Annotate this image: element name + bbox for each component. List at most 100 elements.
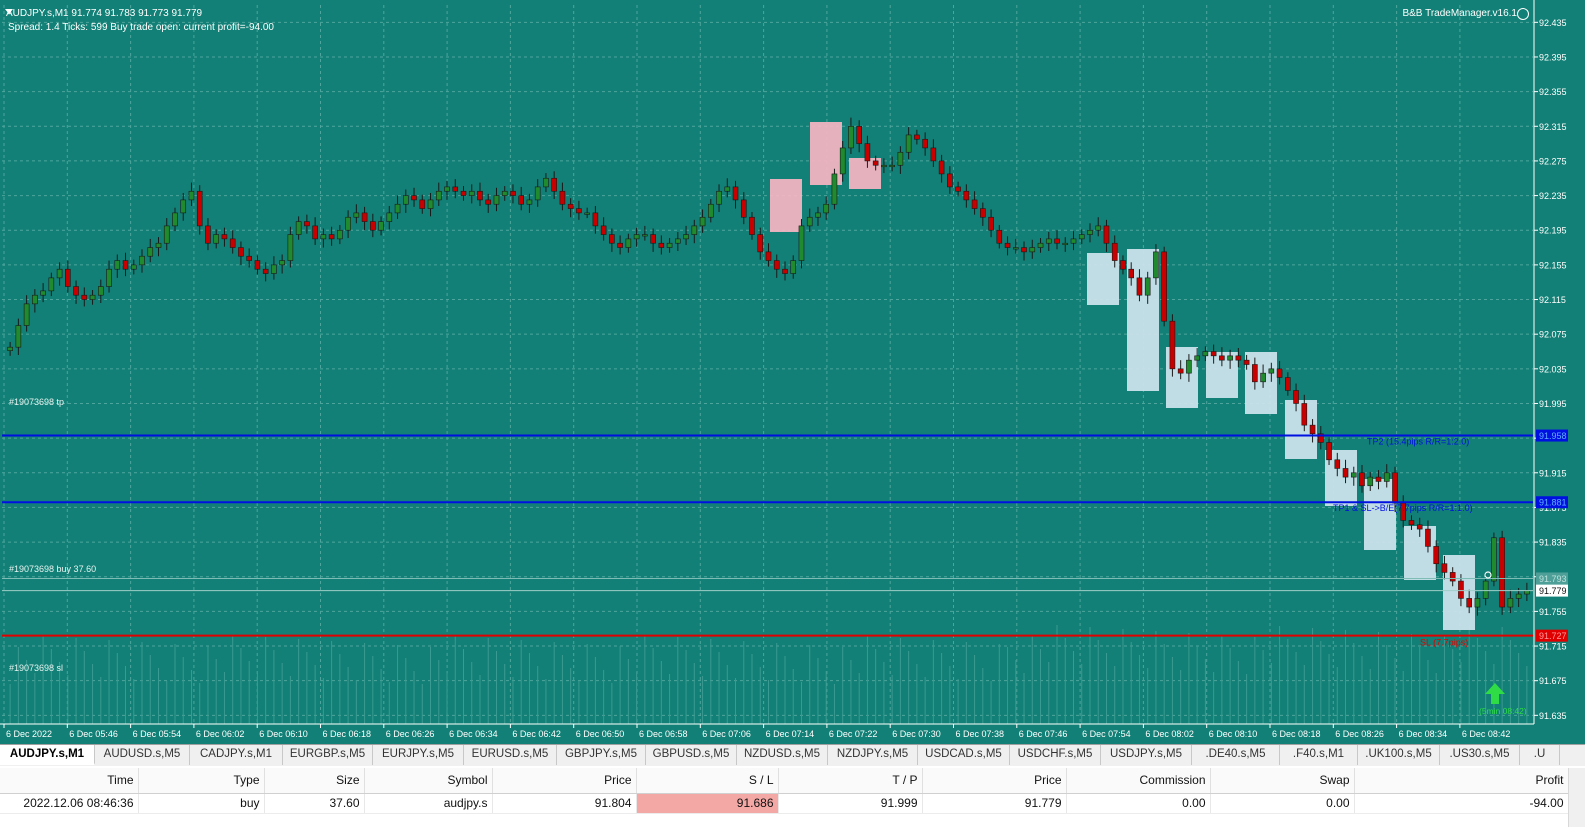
candle-body: [1326, 442, 1332, 461]
chart-tab[interactable]: AUDJPY.s,M1: [0, 745, 95, 765]
chart-tab[interactable]: USDCAD.s,M5: [918, 745, 1010, 765]
candle-body: [15, 325, 22, 348]
chart-tab[interactable]: EURJPY.s,M5: [373, 745, 464, 765]
column-header[interactable]: Size: [264, 768, 365, 794]
candle-body: [914, 134, 920, 140]
chart-tab[interactable]: .UK100.s,M5: [1358, 745, 1440, 765]
candle-body: [172, 212, 178, 227]
chart-tab[interactable]: NZDJPY.s,M5: [828, 745, 918, 765]
candle-body: [1524, 590, 1530, 595]
chart-tab[interactable]: .US30.s,M5: [1440, 745, 1520, 765]
candle-body: [1416, 524, 1423, 530]
candle-body: [337, 229, 343, 240]
candle-body: [271, 264, 277, 274]
column-header[interactable]: Profit: [1354, 768, 1569, 794]
chart-area[interactable]: TP2 (15.4pips R/R=1:2.0) TP1 & SL->B/E(7.…: [0, 0, 1585, 744]
column-header[interactable]: Symbol: [364, 768, 493, 794]
candle-body: [1350, 472, 1357, 478]
candle-body: [501, 190, 508, 196]
price-level-label: SL (7.7pips): [1420, 638, 1468, 648]
symbol-tabs: AUDJPY.s,M1 AUDUSD.s,M5 CADJPY.s,M1 EURGBP.…: [0, 744, 1585, 766]
table-cell: 0.00: [1210, 793, 1355, 814]
candle-body: [1037, 242, 1044, 248]
candle-body: [1111, 242, 1118, 261]
column-header[interactable]: S / L: [636, 768, 779, 794]
column-header[interactable]: Time: [0, 768, 139, 794]
candle-body: [81, 294, 88, 300]
candle-body: [683, 234, 689, 240]
candle-body: [477, 190, 483, 201]
candle-body: [1268, 368, 1275, 374]
candle-body: [1441, 563, 1448, 573]
symbol-quote-line: AUDJPY.s,M1 91.774 91.783 91.773 91.779: [6, 8, 203, 19]
table-cell: 91.779: [922, 793, 1067, 814]
candle-body: [930, 147, 937, 162]
column-header[interactable]: Price: [492, 768, 637, 794]
chart-tab[interactable]: USDCHF.s,M5: [1010, 745, 1101, 765]
candle-body: [1186, 359, 1192, 374]
chart-tab[interactable]: .DE40.s,M5: [1192, 745, 1280, 765]
candle-body: [658, 242, 665, 248]
price-tick-label: 92.315: [1539, 122, 1567, 132]
column-header[interactable]: Swap: [1210, 768, 1355, 794]
candle-body: [551, 177, 557, 192]
price-tick-label: 91.675: [1539, 676, 1567, 686]
candle-body: [1078, 234, 1085, 240]
candle-body: [691, 225, 698, 235]
chart-tab[interactable]: EURUSD.s,M5: [464, 745, 557, 765]
candle-body: [1070, 238, 1077, 244]
candle-body: [922, 138, 928, 149]
price-chart[interactable]: TP2 (15.4pips R/R=1:2.0) TP1 & SL->B/E(7.…: [0, 0, 1585, 744]
price-tick-label: 92.155: [1539, 260, 1567, 270]
trade-table: Time Type Size Symbol Price S / LT / P Price Co…: [0, 768, 1585, 827]
price-tick-label: 92.275: [1539, 156, 1567, 166]
chart-tab[interactable]: GBPUSD.s,M5: [646, 745, 737, 765]
time-tick-label: 6 Dec 08:34: [1399, 729, 1448, 739]
time-tick-label: 6 Dec 05:54: [133, 729, 182, 739]
column-header[interactable]: Price: [922, 768, 1067, 794]
price-level-label: TP1 & SL->B/E(7.7pips R/R=1:1.0): [1333, 503, 1473, 513]
candle-body: [1507, 598, 1514, 608]
chart-tab[interactable]: .F40.s,M1: [1280, 745, 1358, 765]
chart-tab[interactable]: .U: [1520, 745, 1560, 765]
time-tick-label: 6 Dec 05:46: [69, 729, 118, 739]
candle-body: [823, 203, 830, 214]
candle-body: [609, 234, 615, 244]
price-tick-label: 92.115: [1539, 295, 1566, 305]
candle-body: [765, 251, 772, 261]
candle-body: [56, 268, 63, 279]
candle-body: [493, 195, 500, 205]
candle-body: [576, 208, 582, 214]
candle-body: [790, 260, 797, 274]
chart-tab[interactable]: GBPJPY.s,M5: [557, 745, 646, 765]
table-body: 2022.12.06 08:46:36 buy 37.60 audjpy.s 91.80…: [0, 793, 1569, 814]
candle-body: [1433, 546, 1440, 565]
candle-body: [1095, 225, 1102, 231]
chart-tab[interactable]: NZDUSD.s,M5: [737, 745, 828, 765]
candle-body: [312, 225, 318, 240]
column-header[interactable]: Type: [138, 768, 265, 794]
table-row[interactable]: 2022.12.06 08:46:36 buy 37.60 audjpy.s 91.80…: [0, 793, 1569, 814]
column-header[interactable]: T / P: [778, 768, 923, 794]
candle-body: [1029, 247, 1036, 253]
chart-tab[interactable]: USDJPY.s,M5: [1101, 745, 1192, 765]
chart-tab[interactable]: AUDUSD.s,M5: [95, 745, 190, 765]
candle-body: [1128, 268, 1135, 279]
candle-body: [205, 225, 211, 244]
table-scrollbar[interactable]: [1568, 768, 1585, 827]
order-buy-label: #19073698 buy 37.60: [9, 564, 97, 574]
table-cell: -94.00: [1354, 793, 1569, 814]
candle-body: [1153, 251, 1159, 279]
candle-body: [262, 268, 269, 274]
candle-body: [229, 238, 236, 248]
chart-tab[interactable]: EURGBP.s,M5: [283, 745, 373, 765]
price-tick-label: 91.835: [1539, 538, 1567, 548]
candle-body: [1458, 580, 1464, 599]
candle-body: [7, 346, 13, 351]
candle-body: [815, 212, 821, 218]
candle-body: [196, 190, 203, 227]
candle-body: [881, 164, 887, 168]
chart-tab[interactable]: CADJPY.s,M1: [190, 745, 283, 765]
column-header[interactable]: Commission: [1066, 768, 1211, 794]
candle-body: [1466, 598, 1472, 608]
